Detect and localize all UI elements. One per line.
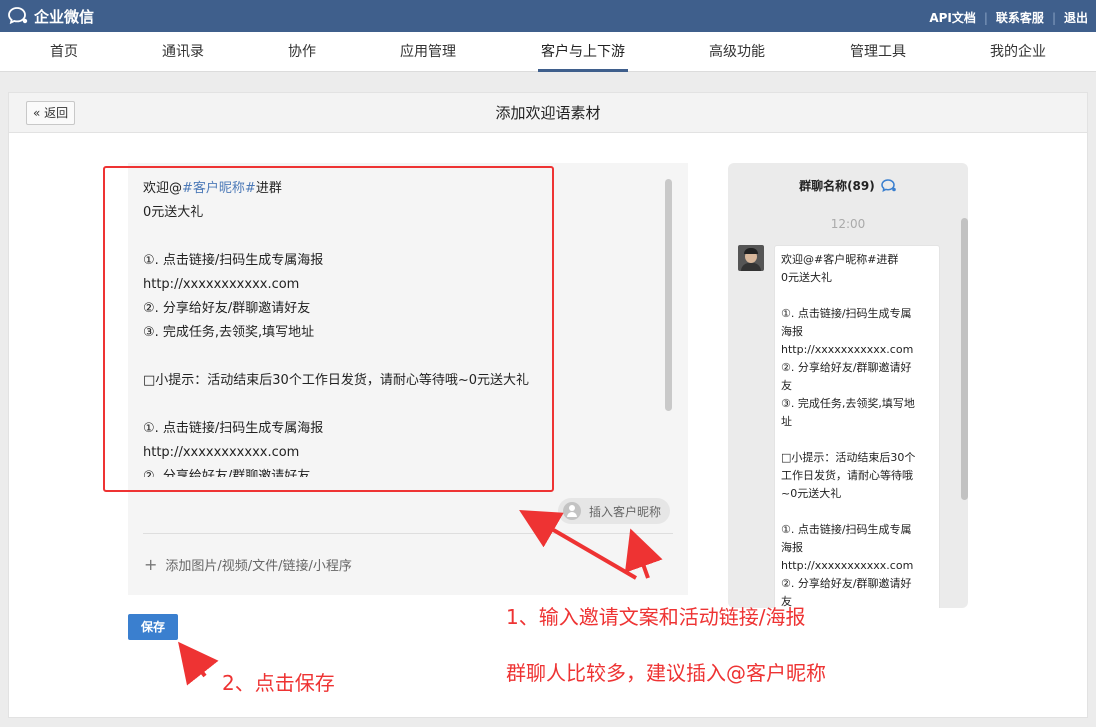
add-attachment-label: 添加图片/视频/文件/链接/小程序 bbox=[165, 559, 352, 574]
user-icon bbox=[563, 502, 581, 520]
preview-line: ③. 完成任务,去领奖,填写地 bbox=[781, 397, 915, 410]
preview-line: 工作日发货，请耐心等待哦 bbox=[781, 469, 913, 482]
api-docs-link[interactable]: API文档 bbox=[929, 9, 976, 26]
message-textarea[interactable]: 欢迎@#客户昵称#进群 0元送大礼 ①. 点击链接/扫码生成专属海报 http:… bbox=[143, 177, 663, 477]
annotation-step2: 2、点击保存 bbox=[222, 671, 335, 695]
message-text: 欢迎@#客户昵称#进群 0元送大礼 ①. 点击链接/扫码生成专属 海报 http://x… bbox=[781, 251, 935, 608]
message-bubble: 欢迎@#客户昵称#进群 0元送大礼 ①. 点击链接/扫码生成专属 海报 http://x… bbox=[774, 245, 940, 608]
preview-line bbox=[781, 431, 935, 449]
nav-item-admin-tools[interactable]: 管理工具 bbox=[845, 32, 911, 72]
preview-line: ①. 点击链接/扫码生成专属 bbox=[781, 307, 912, 320]
divider: | bbox=[983, 10, 988, 25]
chat-preview: 群聊名称(89) 12:00 欢迎@#客户昵称#进群 0元送大礼 ①. 点击链接/扫… bbox=[728, 163, 968, 608]
nav-item-contacts[interactable]: 通讯录 bbox=[157, 32, 209, 72]
main-nav: 首页 通讯录 协作 应用管理 客户与上下游 高级功能 管理工具 我的企业 bbox=[0, 32, 1096, 72]
preview-line: ②. 分享给好友/群聊邀请好 bbox=[781, 577, 912, 590]
preview-title: 群聊名称(89) bbox=[728, 177, 968, 194]
group-chat-name: 群聊名称(89) bbox=[799, 179, 875, 193]
message-time: 12:00 bbox=[830, 217, 866, 231]
preview-line: 欢迎@#客户昵称#进群 bbox=[781, 253, 899, 266]
preview-line bbox=[781, 287, 935, 305]
annotation-step1: 1、输入邀请文案和活动链接/海报 bbox=[506, 605, 806, 629]
double-chevron-left-icon: « bbox=[33, 106, 41, 120]
preview-line: ~0元送大礼 bbox=[781, 487, 842, 500]
panel-header: 添加欢迎语素材 « 返回 bbox=[9, 93, 1087, 133]
nav-item-home[interactable]: 首页 bbox=[40, 32, 88, 72]
wecom-logo-icon bbox=[8, 7, 28, 25]
page-title: 添加欢迎语素材 bbox=[495, 104, 601, 122]
annotation-step1-note: 群聊人比较多，建议插入@客户昵称 bbox=[506, 661, 826, 685]
preview-line: 0元送大礼 bbox=[781, 271, 832, 284]
nav-item-customers[interactable]: 客户与上下游 bbox=[538, 32, 628, 72]
logout-link[interactable]: 退出 bbox=[1064, 9, 1088, 26]
preview-line: ①. 点击链接/扫码生成专属 bbox=[781, 523, 912, 536]
insert-nickname-label: 插入客户昵称 bbox=[589, 504, 662, 519]
avatar bbox=[738, 245, 764, 271]
top-links: API文档 | 联系客服 | 退出 bbox=[929, 9, 1088, 26]
divider: | bbox=[1051, 10, 1056, 25]
nav-item-collaboration[interactable]: 协作 bbox=[282, 32, 322, 72]
editor-line: ①. 点击链接/扫码生成专属海报 bbox=[143, 253, 324, 268]
preview-scrollbar[interactable] bbox=[961, 218, 968, 500]
welcome-message-editor[interactable]: 欢迎@#客户昵称#进群 0元送大礼 ①. 点击链接/扫码生成专属海报 http:… bbox=[128, 163, 688, 595]
nav-item-my-enterprise[interactable]: 我的企业 bbox=[985, 32, 1051, 72]
insert-nickname-button[interactable]: 插入客户昵称 bbox=[558, 498, 671, 524]
editor-line: http://xxxxxxxxxxx.com bbox=[143, 445, 300, 460]
preview-line: 海报 bbox=[781, 325, 803, 338]
editor-line: ③. 完成任务,去领奖,填写地址 bbox=[143, 325, 315, 340]
editor-line: 0元送大礼 bbox=[143, 205, 204, 220]
back-button[interactable]: « 返回 bbox=[26, 101, 76, 125]
brand-logo[interactable]: 企业微信 bbox=[8, 5, 94, 27]
preview-line: 海报 bbox=[781, 541, 803, 554]
preview-line: http://xxxxxxxxxxx.com bbox=[781, 559, 914, 572]
preview-line bbox=[781, 503, 935, 521]
preview-line: ②. 分享给好友/群聊邀请好 bbox=[781, 361, 912, 374]
editor-line: ①. 点击链接/扫码生成专属海报 bbox=[143, 421, 324, 436]
editor-line: □小提示：活动结束后30个工作日发货，请耐心等待哦~0元送大礼 bbox=[143, 373, 529, 388]
nav-item-advanced[interactable]: 高级功能 bbox=[704, 32, 770, 72]
editor-line: 欢迎@#客户昵称#进群 bbox=[143, 181, 282, 196]
top-bar: 企业微信 API文档 | 联系客服 | 退出 bbox=[0, 0, 1096, 32]
preview-line: http://xxxxxxxxxxx.com bbox=[781, 343, 914, 356]
back-label: 返回 bbox=[44, 106, 69, 120]
editor-line: http://xxxxxxxxxxx.com bbox=[143, 277, 300, 292]
editor-line: ②. 分享给好友/群聊邀请好友 bbox=[143, 301, 311, 316]
brand-name: 企业微信 bbox=[34, 7, 95, 26]
plus-icon: + bbox=[144, 555, 158, 574]
add-attachment-button[interactable]: + 添加图片/视频/文件/链接/小程序 bbox=[144, 555, 352, 574]
preview-line: 址 bbox=[781, 415, 792, 428]
nav-item-app-management[interactable]: 应用管理 bbox=[395, 32, 461, 72]
preview-line: 友 bbox=[781, 379, 792, 392]
divider bbox=[143, 533, 673, 534]
editor-line: ②. 分享给好友/群聊邀请好友 bbox=[143, 469, 311, 477]
nickname-tag: #客户昵称# bbox=[182, 181, 256, 196]
save-button[interactable]: 保存 bbox=[128, 614, 178, 640]
preview-line: □小提示：活动结束后30个 bbox=[781, 451, 916, 464]
contact-support-link[interactable]: 联系客服 bbox=[996, 9, 1044, 26]
group-chat-icon bbox=[881, 179, 896, 192]
editor-scrollbar[interactable] bbox=[665, 179, 672, 411]
